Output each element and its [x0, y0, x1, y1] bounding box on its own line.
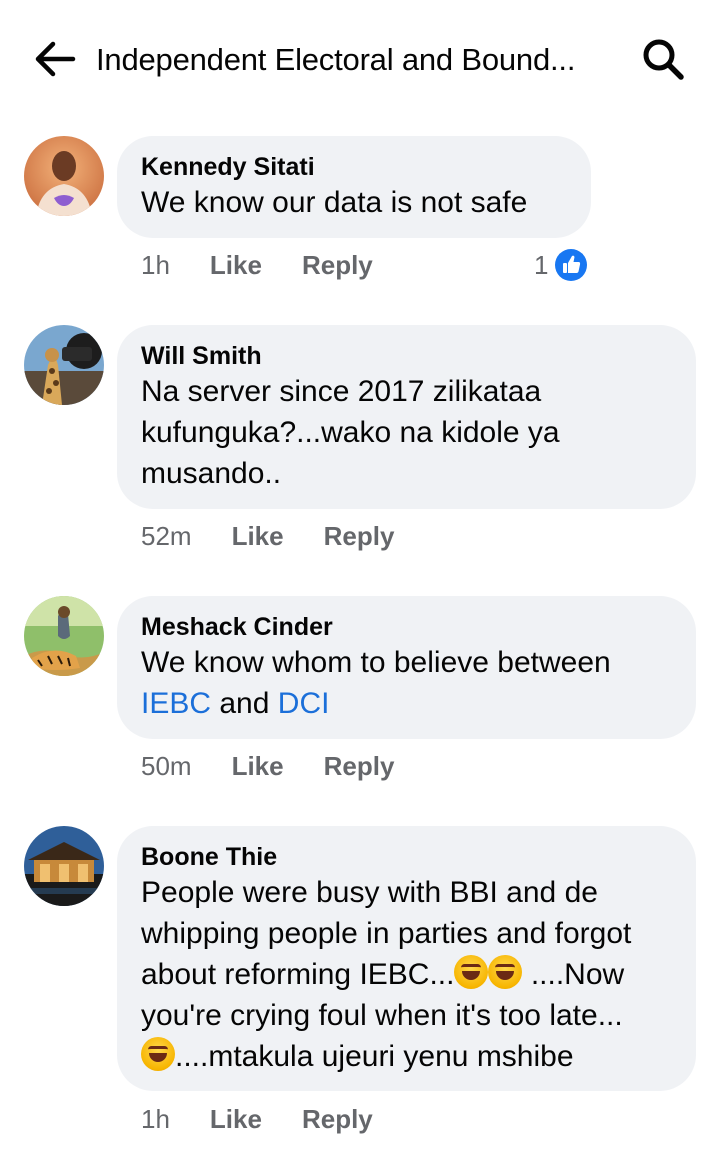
- comment-text-line: kufunguka?...wako na kidole ya: [141, 416, 560, 449]
- comment-text-segment: ....Now: [522, 958, 625, 991]
- comment-bubble: Boone Thie People were busy with BBI and…: [117, 826, 696, 1091]
- mention-link-iebc[interactable]: IEBC: [141, 687, 211, 720]
- back-arrow-icon: [35, 41, 76, 77]
- comment-bubble: Will Smith Na server since 2017 zilikata…: [117, 325, 696, 509]
- comment-time[interactable]: 1h: [141, 1104, 170, 1135]
- reaction-summary[interactable]: 1: [534, 248, 588, 282]
- comment-text: We know our data is not safe: [141, 186, 528, 219]
- laughing-emoji-icon: [454, 955, 489, 989]
- comment-text-line: musando..: [141, 457, 282, 490]
- joiner-text: and: [219, 687, 270, 720]
- comment-meta: 1h Like Reply: [141, 1104, 373, 1135]
- search-button[interactable]: [638, 36, 688, 82]
- comment-meta: 50m Like Reply: [141, 751, 394, 782]
- comment-text-line: We know whom to believe between: [141, 646, 611, 679]
- avatar[interactable]: [24, 826, 104, 906]
- avatar[interactable]: [24, 596, 104, 676]
- comment-text-line: whipping people in parties and forgot: [141, 917, 632, 950]
- comment-bubble: Kennedy Sitati We know our data is not s…: [117, 136, 591, 238]
- comment-text-segment: about reforming IEBC...: [141, 958, 455, 991]
- comment-time[interactable]: 52m: [141, 521, 192, 552]
- comment-text-line: ....mtakula ujeuri yenu mshibe: [141, 1036, 672, 1077]
- comment-time[interactable]: 1h: [141, 250, 170, 281]
- avatar[interactable]: [24, 325, 104, 405]
- comment-author[interactable]: Meshack Cinder: [141, 612, 672, 642]
- comment-text-line: Na server since 2017 zilikataa: [141, 375, 542, 408]
- reply-button[interactable]: Reply: [302, 1104, 373, 1135]
- laughing-emoji-icon: [141, 1037, 175, 1071]
- comment-author[interactable]: Kennedy Sitati: [141, 152, 567, 182]
- comment-meta: 52m Like Reply: [141, 521, 394, 552]
- back-button[interactable]: [30, 36, 80, 82]
- comment-text-line: you're crying foul when it's too late...: [141, 999, 623, 1032]
- search-icon: [643, 39, 684, 80]
- comment-time[interactable]: 50m: [141, 751, 192, 782]
- comment-text-line: People were busy with BBI and de: [141, 876, 598, 909]
- top-bar: Independent Electoral and Bound...: [0, 0, 720, 120]
- comment-bubble: Meshack Cinder We know whom to believe b…: [117, 596, 696, 739]
- like-button[interactable]: Like: [210, 1104, 262, 1135]
- reply-button[interactable]: Reply: [302, 250, 373, 281]
- comment-text-segment: ....mtakula ujeuri yenu mshibe: [175, 1040, 574, 1073]
- comment-text-line: IEBC and DCI: [141, 683, 672, 724]
- comment-author[interactable]: Boone Thie: [141, 842, 672, 872]
- comment-meta: 1h Like Reply: [141, 250, 373, 281]
- page-title: Independent Electoral and Bound...: [96, 42, 576, 77]
- like-button[interactable]: Like: [232, 751, 284, 782]
- like-button[interactable]: Like: [232, 521, 284, 552]
- reaction-count: 1: [534, 249, 549, 280]
- laughing-emoji-icon: [488, 955, 523, 989]
- avatar[interactable]: [24, 136, 104, 216]
- comment-text-line: about reforming IEBC... ....Now: [141, 954, 672, 995]
- comment-author[interactable]: Will Smith: [141, 341, 672, 371]
- reply-button[interactable]: Reply: [324, 521, 395, 552]
- like-badge-icon: [555, 249, 588, 281]
- mention-link-dci[interactable]: DCI: [278, 687, 330, 720]
- like-button[interactable]: Like: [210, 250, 262, 281]
- reply-button[interactable]: Reply: [324, 751, 395, 782]
